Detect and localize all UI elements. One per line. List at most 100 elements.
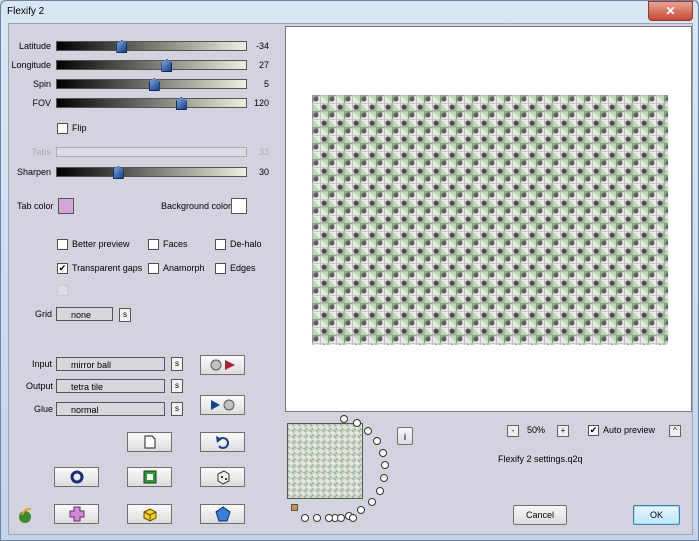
ring-icon [70,470,83,484]
close-button[interactable]: ✕ [648,1,693,21]
output-s-button[interactable]: s [171,379,183,393]
preset-dot[interactable] [372,436,381,445]
cancel-button[interactable]: Cancel [513,505,567,525]
glue-label: Glue [34,404,54,414]
zoom-in-button[interactable]: + [557,425,569,437]
expand-button[interactable]: ^ [669,425,681,437]
preset-dot[interactable] [378,448,387,457]
disc-to-arrow-icon [210,359,235,371]
green-square-icon [143,470,156,484]
longitude-thumb[interactable] [161,59,173,72]
sharpen-value: 30 [258,167,269,177]
preset-dot[interactable] [381,461,390,470]
preset-dot[interactable] [337,514,345,522]
title-bar: Flexify 2 ✕ [1,1,698,23]
dialog-body: Latitude -34 Longitude 27 Spin 5 FOV 120… [8,23,693,535]
grid-s-button[interactable]: s [119,308,131,322]
preset-dot[interactable] [301,514,309,522]
grid-field[interactable]: none [56,307,113,321]
window: Flexify 2 ✕ Latitude -34 Longitude 27 Sp… [0,0,699,541]
edges-checkbox[interactable] [215,263,226,274]
spin-label: Spin [32,79,51,89]
faces-label: Faces [163,239,188,249]
preset-dot[interactable] [364,426,373,435]
better-preview-label: Better preview [72,239,130,249]
pentagon-shape-button[interactable] [200,504,245,524]
save-output-button[interactable] [200,395,245,415]
sharpen-label: Sharpen [16,167,51,177]
spin-thumb[interactable] [148,78,160,91]
zoom-level: 50% [527,425,546,435]
edges-label: Edges [230,263,256,273]
load-input-button[interactable] [200,355,245,375]
fov-thumb[interactable] [175,97,187,110]
preset-dot[interactable] [325,514,333,522]
transparent-gaps-checkbox[interactable]: ✔ [57,263,68,274]
preview-panel[interactable] [285,26,692,412]
new-document-button[interactable] [127,432,172,452]
transparent-gaps-label: Transparent gaps [72,263,143,273]
grid-label: Grid [35,309,53,319]
preset-dot[interactable] [357,506,366,515]
spin-slider[interactable] [56,78,247,91]
fov-value: 120 [253,98,269,108]
output-label: Output [26,381,54,391]
preset-dot[interactable] [352,419,361,428]
output-field[interactable]: tetra tile [56,379,165,393]
input-field[interactable]: mirror ball [56,357,165,371]
spin-value: 5 [263,79,269,89]
auto-preview-checkbox[interactable]: ✔ [588,425,599,436]
document-icon [144,435,155,449]
circle-shape-button[interactable] [54,467,99,487]
preset-dot[interactable] [349,514,357,522]
cross-shape-button[interactable] [54,504,99,524]
sharpen-thumb[interactable] [112,166,124,179]
undo-arrow-icon [215,436,229,449]
info-button[interactable]: i [397,427,413,445]
latitude-label: Latitude [18,41,51,51]
thumbnail-navigator[interactable] [287,423,363,499]
anamorph-checkbox[interactable] [148,263,159,274]
preset-dot[interactable] [375,486,384,495]
glue-field[interactable]: normal [56,402,165,416]
latitude-slider[interactable] [56,40,247,53]
preset-dot[interactable] [380,474,389,483]
better-preview-checkbox[interactable] [57,239,68,250]
preset-dot[interactable] [339,415,348,424]
auto-preview-label: Auto preview [603,425,656,435]
background-color-swatch[interactable] [231,198,247,214]
preview-image [312,95,668,345]
preset-dot[interactable] [313,514,321,522]
tab-color-label: Tab color [17,201,54,211]
faces-checkbox[interactable] [148,239,159,250]
tab-color-swatch[interactable] [58,198,74,214]
flip-label: Flip [72,123,87,133]
close-icon: ✕ [665,4,676,18]
de-halo-label: De-halo [230,239,262,249]
ok-button[interactable]: OK [633,505,680,525]
background-color-label: Background color [161,201,232,211]
undo-button[interactable] [200,432,245,452]
input-s-button[interactable]: s [171,357,183,371]
flip-checkbox[interactable] [57,123,68,134]
fov-slider[interactable] [56,97,247,110]
tabs-value: 33 [258,147,269,157]
random-button[interactable] [200,467,245,487]
zoom-out-button[interactable]: - [507,425,519,437]
dice-icon [217,470,229,485]
window-title: Flexify 2 [7,6,45,17]
sharpen-slider[interactable] [56,166,247,179]
yellow-cube-icon [143,508,156,522]
preset-marker [291,504,298,511]
cube-shape-button[interactable] [127,504,172,524]
settings-filename: Flexify 2 settings.q2q [498,454,583,464]
tabs-slider [56,147,247,157]
de-halo-checkbox[interactable] [215,239,226,250]
input-label: Input [32,359,53,369]
latitude-thumb[interactable] [116,40,128,53]
preset-dot[interactable] [367,497,376,506]
square-shape-button[interactable] [127,467,172,487]
longitude-value: 27 [258,60,269,70]
longitude-slider[interactable] [56,59,247,72]
glue-s-button[interactable]: s [171,402,183,416]
